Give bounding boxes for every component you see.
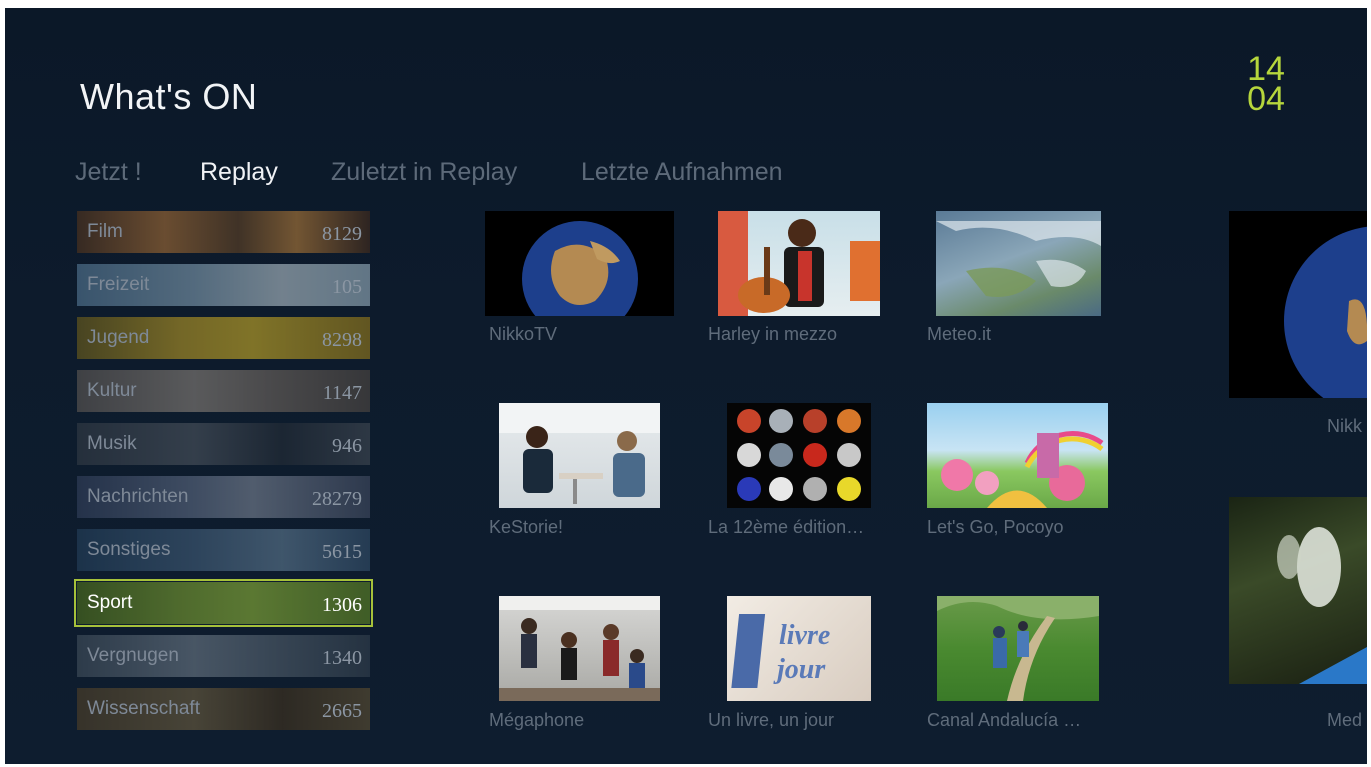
people-talking-icon: [499, 403, 660, 504]
category-count: 8129: [322, 223, 362, 245]
program-tile-side-med[interactable]: [1229, 497, 1367, 684]
category-label: Film: [87, 221, 123, 242]
program-title: Un livre, un jour: [708, 710, 835, 730]
page-title: What's ON: [80, 76, 258, 117]
candy-landscape-icon: [941, 430, 1104, 508]
screen: What's ON 14 04 Jetzt ! Replay Zuletzt i…: [5, 8, 1367, 764]
program-tile-lets-go-pocoyo[interactable]: [927, 403, 1108, 508]
program-tile-megaphone[interactable]: [499, 596, 660, 701]
category-count: 946: [332, 435, 362, 457]
tab-jetzt[interactable]: Jetzt !: [75, 158, 142, 187]
program-title: Meteo.it: [927, 324, 992, 344]
category-count: 1306: [322, 594, 362, 616]
program-title: NikkoTV: [489, 324, 558, 344]
program-tile-un-livre-un-jour[interactable]: livre jour: [727, 596, 871, 701]
band-rehearsal-icon: [499, 596, 660, 701]
category-count: 5615: [322, 541, 362, 563]
category-label: Freizeit: [87, 274, 150, 295]
category-item-nachrichten[interactable]: Nachrichten 28279: [77, 476, 370, 518]
program-title: Mégaphone: [489, 710, 585, 730]
program-tile-canal-andalucia[interactable]: [937, 596, 1099, 701]
category-label: Wissenschaft: [87, 698, 200, 719]
book-logo-icon: livre jour: [731, 614, 830, 688]
category-label: Musik: [87, 433, 137, 454]
category-item-freizeit[interactable]: Freizeit 105: [77, 264, 370, 306]
boy-with-guitar-icon: [718, 211, 880, 316]
program-tile-la-12eme-edition[interactable]: [727, 403, 871, 508]
flower-closeup-icon: [1277, 527, 1367, 684]
category-item-film[interactable]: Film 8129: [77, 211, 370, 253]
program-title: La 12ème édition…: [708, 517, 865, 537]
category-item-musik[interactable]: Musik 946: [77, 423, 370, 465]
hikers-trail-icon: [937, 596, 1099, 701]
clock: 14 04: [1241, 52, 1291, 118]
category-item-sport[interactable]: Sport 1306: [74, 579, 373, 627]
program-tile-nikkotv[interactable]: [485, 211, 674, 316]
category-item-sonstiges[interactable]: Sonstiges 5615: [77, 529, 370, 571]
tab-letzte-aufnahmen[interactable]: Letzte Aufnahmen: [581, 158, 783, 187]
category-item-jugend[interactable]: Jugend 8298: [77, 317, 370, 359]
category-count: 1147: [322, 382, 362, 404]
category-label: Sonstiges: [87, 539, 171, 560]
program-title: Harley in mezzo: [708, 324, 838, 344]
clock-minute: 04: [1247, 80, 1285, 118]
program-tile-meteo-it[interactable]: [936, 211, 1101, 316]
program-title: Let's Go, Pocoyo: [927, 517, 1064, 537]
category-item-wissenschaft[interactable]: Wissenschaft 2665: [77, 688, 370, 730]
category-item-vergnugen[interactable]: Vergnugen 1340: [77, 635, 370, 677]
category-count: 28279: [312, 488, 362, 510]
category-count: 1340: [322, 647, 362, 669]
category-label: Vergnugen: [87, 645, 179, 666]
program-title: Med: [1327, 710, 1363, 730]
program-tile-harley-in-mezzo[interactable]: [718, 211, 880, 316]
earth-globe-icon: [1284, 226, 1367, 398]
category-label: Kultur: [87, 380, 137, 401]
program-tile-side-nikk[interactable]: [1229, 211, 1367, 398]
satellite-weather-map-icon: [936, 221, 1101, 297]
tab-zuletzt-in-replay[interactable]: Zuletzt in Replay: [331, 158, 517, 187]
category-item-kultur[interactable]: Kultur 1147: [77, 370, 370, 412]
earth-globe-icon: [522, 221, 638, 316]
program-title: KeStorie!: [489, 517, 564, 537]
category-count: 8298: [322, 329, 362, 351]
program-title: Canal Andalucía …: [927, 710, 1082, 730]
svg-text:jour: jour: [773, 654, 826, 685]
program-tile-kestorie[interactable]: [499, 403, 660, 508]
category-count: 2665: [322, 700, 362, 722]
category-count: 105: [332, 276, 362, 298]
sport-balls-grid-icon: [737, 409, 861, 501]
program-title: Nikk: [1327, 416, 1362, 436]
svg-text:livre: livre: [779, 620, 830, 651]
category-label: Nachrichten: [87, 486, 189, 507]
tab-replay[interactable]: Replay: [200, 158, 278, 187]
category-label: Jugend: [87, 327, 150, 348]
category-label: Sport: [87, 592, 133, 613]
